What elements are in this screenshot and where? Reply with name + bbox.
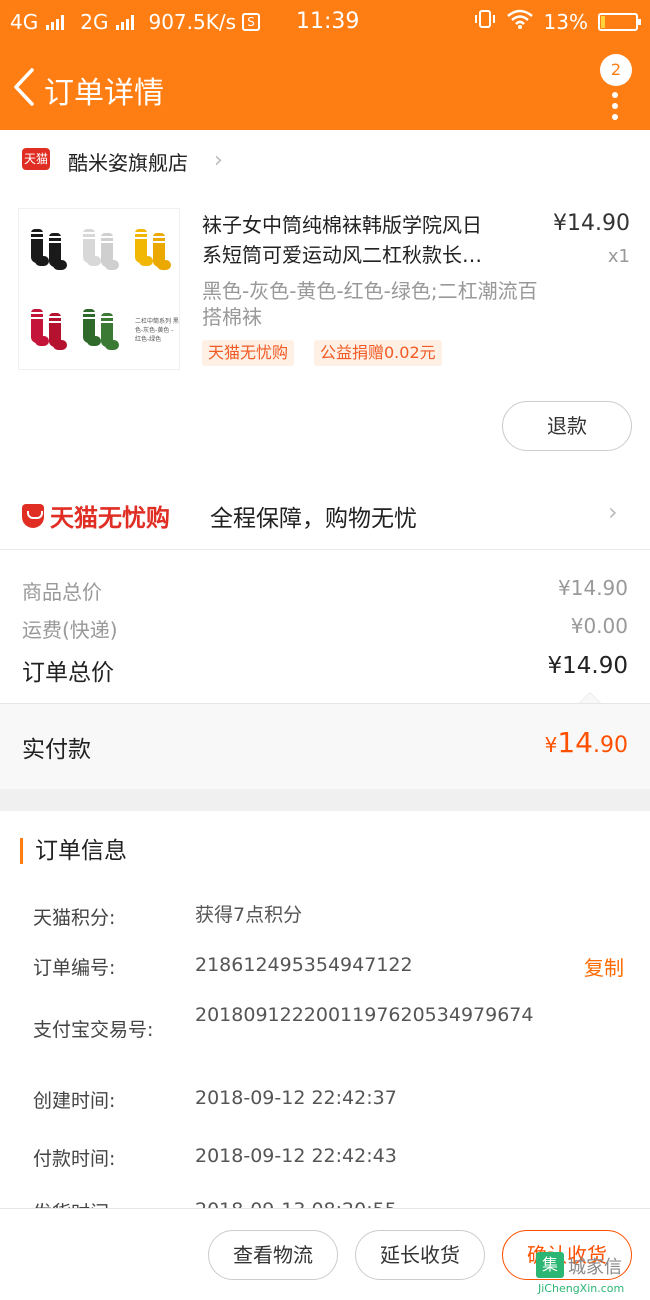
refund-button[interactable]: 退款 — [502, 401, 632, 451]
order-total-value: ¥14.90 — [547, 653, 628, 679]
guarantee-brand: 天猫无忧购 — [50, 504, 170, 532]
guarantee-row[interactable]: 天猫无忧购 全程保障，购物无忧 › — [0, 480, 650, 550]
order-info-title: 订单信息 — [20, 838, 127, 864]
info-key: 订单编号: — [33, 957, 116, 979]
product-price: ¥14.90 — [553, 211, 630, 236]
tag-tmall-worry-free: 天猫无忧购 — [202, 340, 295, 366]
info-key: 支付宝交易号: — [33, 1019, 154, 1041]
chevron-right-icon: › — [608, 498, 618, 526]
tmall-worry-free-logo: 天猫无忧购 — [22, 498, 170, 533]
more-dots-icon — [612, 92, 620, 125]
battery-level — [601, 15, 605, 28]
back-button[interactable] — [8, 64, 44, 110]
network-4g-label: 4G — [10, 10, 39, 34]
chevron-left-icon — [14, 68, 34, 106]
shipping-value: ¥0.00 — [570, 614, 628, 638]
tag-charity-donation: 公益捐赠0.02元 — [314, 340, 442, 366]
info-key: 创建时间: — [33, 1090, 116, 1112]
watermark-url: JiChengXin.com — [538, 1282, 625, 1295]
more-menu-button[interactable]: 2 — [596, 50, 636, 120]
s-icon: S — [242, 13, 260, 31]
watermark-name: 城家信 — [568, 1257, 622, 1278]
signal-icon — [46, 14, 65, 30]
wifi-icon — [506, 9, 534, 34]
info-key: 付款时间: — [33, 1148, 116, 1170]
paid-amount-row: 实付款 ¥14.90 — [0, 703, 650, 789]
status-left: 4G 2G 907.5K/s S — [10, 10, 260, 34]
status-right: 13% — [474, 9, 641, 34]
copy-order-number-button[interactable]: 复制 — [584, 952, 624, 981]
shield-icon — [22, 503, 44, 528]
chevron-right-icon: › — [214, 148, 223, 173]
paid-label: 实付款 — [22, 737, 91, 763]
battery-percent: 13% — [543, 9, 588, 34]
product-title-line1: 袜子女中筒纯棉袜韩版学院风日 — [202, 213, 482, 237]
info-value: 2018091222001197620534979674 — [195, 1004, 534, 1026]
product-quantity: x1 — [607, 246, 630, 267]
info-value: 218612495354947122 — [195, 954, 413, 976]
signal-icon — [116, 14, 135, 30]
vibrate-icon — [474, 9, 496, 34]
product-title[interactable]: 袜子女中筒纯棉袜韩版学院风日 系短筒可爱运动风二杠秋款长… — [202, 210, 532, 270]
page-title: 订单详情 — [44, 76, 164, 111]
info-value: 获得7点积分 — [195, 904, 303, 926]
message-count-badge: 2 — [600, 54, 632, 86]
site-watermark: 集 城家信 JiChengXin.com — [534, 1250, 650, 1300]
product-sku: 黑色-灰色-黄色-红色-绿色;二杠潮流百搭棉袜 — [202, 279, 538, 329]
status-bar: 4G 2G 907.5K/s S 11:39 13% — [0, 0, 650, 44]
info-value: 2018-09-12 22:42:43 — [195, 1145, 397, 1167]
section-divider — [0, 789, 650, 811]
nav-bar: 订单详情 2 — [0, 44, 650, 130]
info-key: 天猫积分: — [33, 907, 116, 929]
shop-name: 酷米姿旗舰店 — [68, 151, 188, 175]
network-speed: 907.5K/s — [148, 10, 236, 34]
order-total-label: 订单总价 — [22, 660, 114, 686]
info-value: 2018-09-12 22:42:37 — [195, 1087, 397, 1109]
extend-receipt-button[interactable]: 延长收货 — [355, 1230, 485, 1280]
goods-total-label: 商品总价 — [22, 580, 102, 604]
product-title-line2: 系短筒可爱运动风二杠秋款长… — [202, 243, 482, 267]
tmall-logo-icon: 天猫 — [22, 148, 50, 170]
status-time: 11:39 — [296, 9, 360, 34]
watermark-logo: 集 — [536, 1252, 564, 1278]
paid-decimal: .90 — [593, 733, 628, 758]
battery-icon — [598, 12, 641, 31]
view-logistics-button[interactable]: 查看物流 — [208, 1230, 338, 1280]
shipping-label: 运费(快递) — [22, 618, 118, 642]
goods-total-value: ¥14.90 — [558, 576, 628, 600]
paid-integer: 14 — [557, 726, 593, 759]
product-image-caption: 二杠中筒系列 黑色-灰色-黄色 -红色-绿色 — [135, 318, 179, 343]
shop-row[interactable]: 天猫 酷米姿旗舰店 › — [0, 130, 650, 190]
product-image[interactable]: 二杠中筒系列 黑色-灰色-黄色 -红色-绿色 — [18, 208, 180, 370]
guarantee-text: 全程保障，购物无忧 — [210, 506, 417, 532]
network-2g-label: 2G — [80, 10, 109, 34]
paid-currency: ¥ — [544, 733, 558, 757]
paid-value: ¥14.90 — [545, 726, 628, 759]
